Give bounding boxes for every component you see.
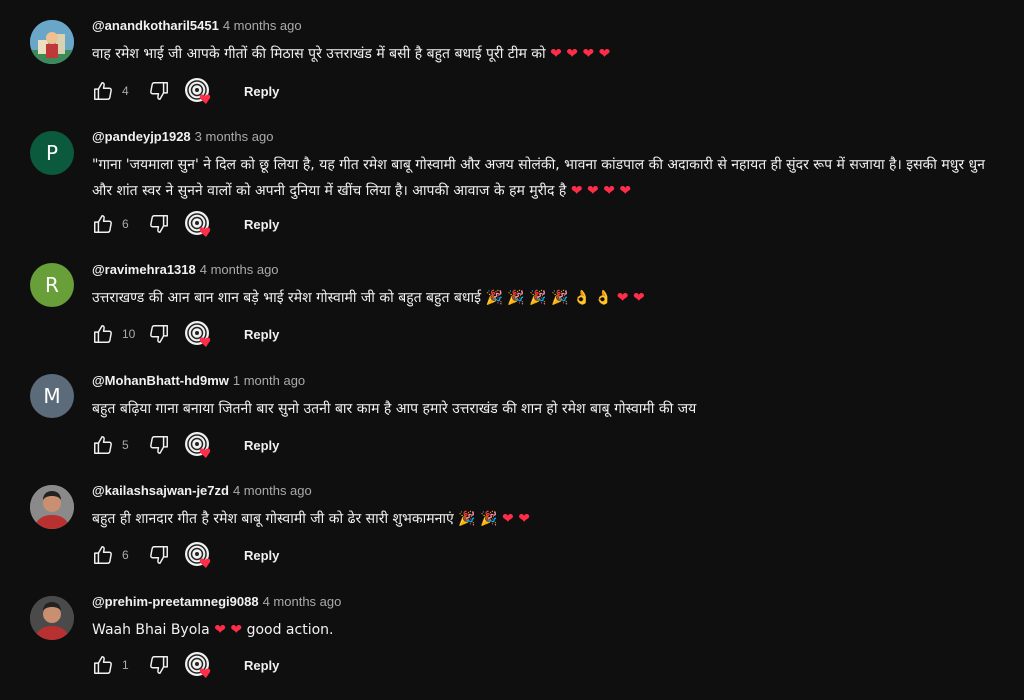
- like-button[interactable]: [92, 434, 114, 456]
- author-name[interactable]: @MohanBhatt-hd9mw: [92, 373, 229, 388]
- comment-body: @kailashsajwan-je7zd 4 months ago बहुत ही …: [92, 482, 1004, 532]
- comment-body: @MohanBhatt-hd9mw 1 month ago बहुत बढ़िया …: [92, 372, 1004, 422]
- avatar-letter: R: [45, 273, 59, 297]
- like-button[interactable]: [92, 80, 114, 102]
- thumbs-up-icon: [92, 654, 114, 676]
- reply-button[interactable]: Reply: [236, 323, 287, 346]
- thumbs-up-icon: [92, 213, 114, 235]
- comment-text: "गाना 'जयमाला सुन' ने दिल को छू लिया है,…: [92, 157, 985, 199]
- comment-body: @anandkotharil5451 4 months ago वाह रमेश भ…: [92, 17, 1004, 67]
- like-count: 1: [122, 658, 129, 672]
- comment-timestamp[interactable]: 4 months ago: [263, 594, 342, 609]
- comment-timestamp[interactable]: 1 month ago: [233, 373, 305, 388]
- comment-timestamp[interactable]: 4 months ago: [200, 262, 279, 277]
- thumbs-up-icon: [92, 544, 114, 566]
- creator-heart-icon: [184, 210, 214, 238]
- reply-button[interactable]: Reply: [236, 80, 287, 103]
- comment-timestamp[interactable]: 4 months ago: [223, 18, 302, 33]
- dislike-button[interactable]: [148, 654, 170, 676]
- comment-actions: 10 Reply: [92, 320, 287, 348]
- comment-actions: 1 Reply: [92, 651, 287, 679]
- creator-heart-badge: [184, 210, 214, 238]
- comment-text: वाह रमेश भाई जी आपके गीतों की मिठास पूरे…: [92, 46, 611, 62]
- comments-section: @anandkotharil5451 4 months ago वाह रमेश भ…: [0, 0, 1024, 700]
- thumbs-up-icon: [92, 80, 114, 102]
- author-name[interactable]: @ravimehra1318: [92, 262, 196, 277]
- comment-body: @ravimehra1318 4 months ago उत्तराखण्ड की …: [92, 261, 1004, 311]
- reply-button[interactable]: Reply: [236, 434, 287, 457]
- comment-meta: @anandkotharil5451 4 months ago: [92, 17, 1004, 35]
- comment-timestamp[interactable]: 3 months ago: [195, 129, 274, 144]
- dislike-button[interactable]: [148, 80, 170, 102]
- creator-heart-badge: [184, 77, 214, 105]
- creator-heart-badge: [184, 541, 214, 569]
- comment-body: @pandeyjp1928 3 months ago "गाना 'जयमाला स…: [92, 128, 1004, 204]
- comment-meta: @MohanBhatt-hd9mw 1 month ago: [92, 372, 1004, 390]
- comment-text: बहुत बढ़िया गाना बनाया जितनी बार सुनो उत…: [92, 401, 697, 417]
- author-avatar[interactable]: R: [30, 263, 74, 307]
- thumbs-down-icon: [148, 80, 170, 102]
- creator-heart-badge: [184, 431, 214, 459]
- author-name[interactable]: @prehim-preetamnegi9088: [92, 594, 259, 609]
- comment-meta: @ravimehra1318 4 months ago: [92, 261, 1004, 279]
- comment-text: उत्तराखण्ड की आन बान शान बड़े भाई रमेश ग…: [92, 290, 645, 306]
- dislike-button[interactable]: [148, 544, 170, 566]
- comment-actions: 6 Reply: [92, 541, 287, 569]
- reply-button[interactable]: Reply: [236, 654, 287, 677]
- creator-heart-icon: [184, 541, 214, 569]
- thumbs-down-icon: [148, 213, 170, 235]
- thumbs-down-icon: [148, 544, 170, 566]
- dislike-button[interactable]: [148, 323, 170, 345]
- creator-heart-badge: [184, 651, 214, 679]
- dislike-button[interactable]: [148, 434, 170, 456]
- reply-button[interactable]: Reply: [236, 544, 287, 567]
- comment-meta: @kailashsajwan-je7zd 4 months ago: [92, 482, 1004, 500]
- like-count: 10: [122, 327, 136, 341]
- comment-text: बहुत ही शानदार गीत है रमेश बाबू गोस्वामी…: [92, 511, 530, 527]
- like-count: 6: [122, 548, 129, 562]
- comment-text: Waah Bhai Byola ❤ ❤ good action.: [92, 622, 334, 638]
- like-count: 6: [122, 217, 129, 231]
- dislike-button[interactable]: [148, 213, 170, 235]
- author-name[interactable]: @kailashsajwan-je7zd: [92, 483, 229, 498]
- creator-heart-icon: [184, 431, 214, 459]
- comment-meta: @prehim-preetamnegi9088 4 months ago: [92, 593, 1004, 611]
- comment-actions: 4 Reply: [92, 77, 287, 105]
- like-count: 4: [122, 84, 129, 98]
- creator-heart-icon: [184, 651, 214, 679]
- author-name[interactable]: @anandkotharil5451: [92, 18, 219, 33]
- thumbs-down-icon: [148, 654, 170, 676]
- author-avatar[interactable]: [30, 596, 74, 640]
- thumbs-up-icon: [92, 434, 114, 456]
- like-button[interactable]: [92, 323, 114, 345]
- avatar-letter: M: [43, 384, 61, 408]
- thumbs-down-icon: [148, 323, 170, 345]
- reply-button[interactable]: Reply: [236, 213, 287, 236]
- like-count: 5: [122, 438, 129, 452]
- thumbs-up-icon: [92, 323, 114, 345]
- author-avatar[interactable]: P: [30, 131, 74, 175]
- creator-heart-icon: [184, 77, 214, 105]
- comment-meta: @pandeyjp1928 3 months ago: [92, 128, 1004, 146]
- thumbs-down-icon: [148, 434, 170, 456]
- author-avatar[interactable]: [30, 20, 74, 64]
- comment-actions: 5 Reply: [92, 431, 287, 459]
- like-button[interactable]: [92, 544, 114, 566]
- creator-heart-badge: [184, 320, 214, 348]
- creator-heart-icon: [184, 320, 214, 348]
- comment-body: @prehim-preetamnegi9088 4 months ago Waah …: [92, 593, 1004, 643]
- comment-actions: 6 Reply: [92, 210, 287, 238]
- author-name[interactable]: @pandeyjp1928: [92, 129, 191, 144]
- comment-timestamp[interactable]: 4 months ago: [233, 483, 312, 498]
- avatar-letter: P: [45, 141, 59, 165]
- like-button[interactable]: [92, 654, 114, 676]
- like-button[interactable]: [92, 213, 114, 235]
- author-avatar[interactable]: [30, 485, 74, 529]
- author-avatar[interactable]: M: [30, 374, 74, 418]
